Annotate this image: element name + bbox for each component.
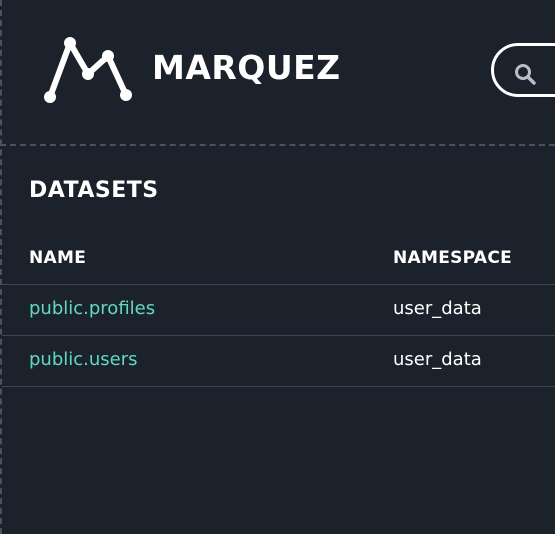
dataset-name-link[interactable]: public.profiles	[29, 298, 155, 320]
search-icon[interactable]	[513, 62, 537, 86]
header-divider	[0, 144, 555, 146]
dataset-name-link[interactable]: public.users	[29, 349, 138, 371]
table-row-divider	[2, 386, 555, 387]
brand-name: MARQUEZ	[152, 48, 341, 87]
table-row-divider	[2, 335, 555, 336]
table-header-divider	[2, 284, 555, 285]
sidebar-edge-divider	[0, 0, 2, 534]
dataset-namespace: user_data	[393, 349, 482, 370]
column-header-namespace: NAMESPACE	[393, 248, 513, 268]
dataset-namespace: user_data	[393, 298, 482, 319]
page-title: DATASETS	[29, 178, 159, 203]
app-frame: MARQUEZ DATASETS NAME NAMESPACE public.p…	[0, 0, 555, 534]
marquez-logo-icon[interactable]	[44, 36, 136, 104]
column-header-name: NAME	[29, 248, 87, 268]
